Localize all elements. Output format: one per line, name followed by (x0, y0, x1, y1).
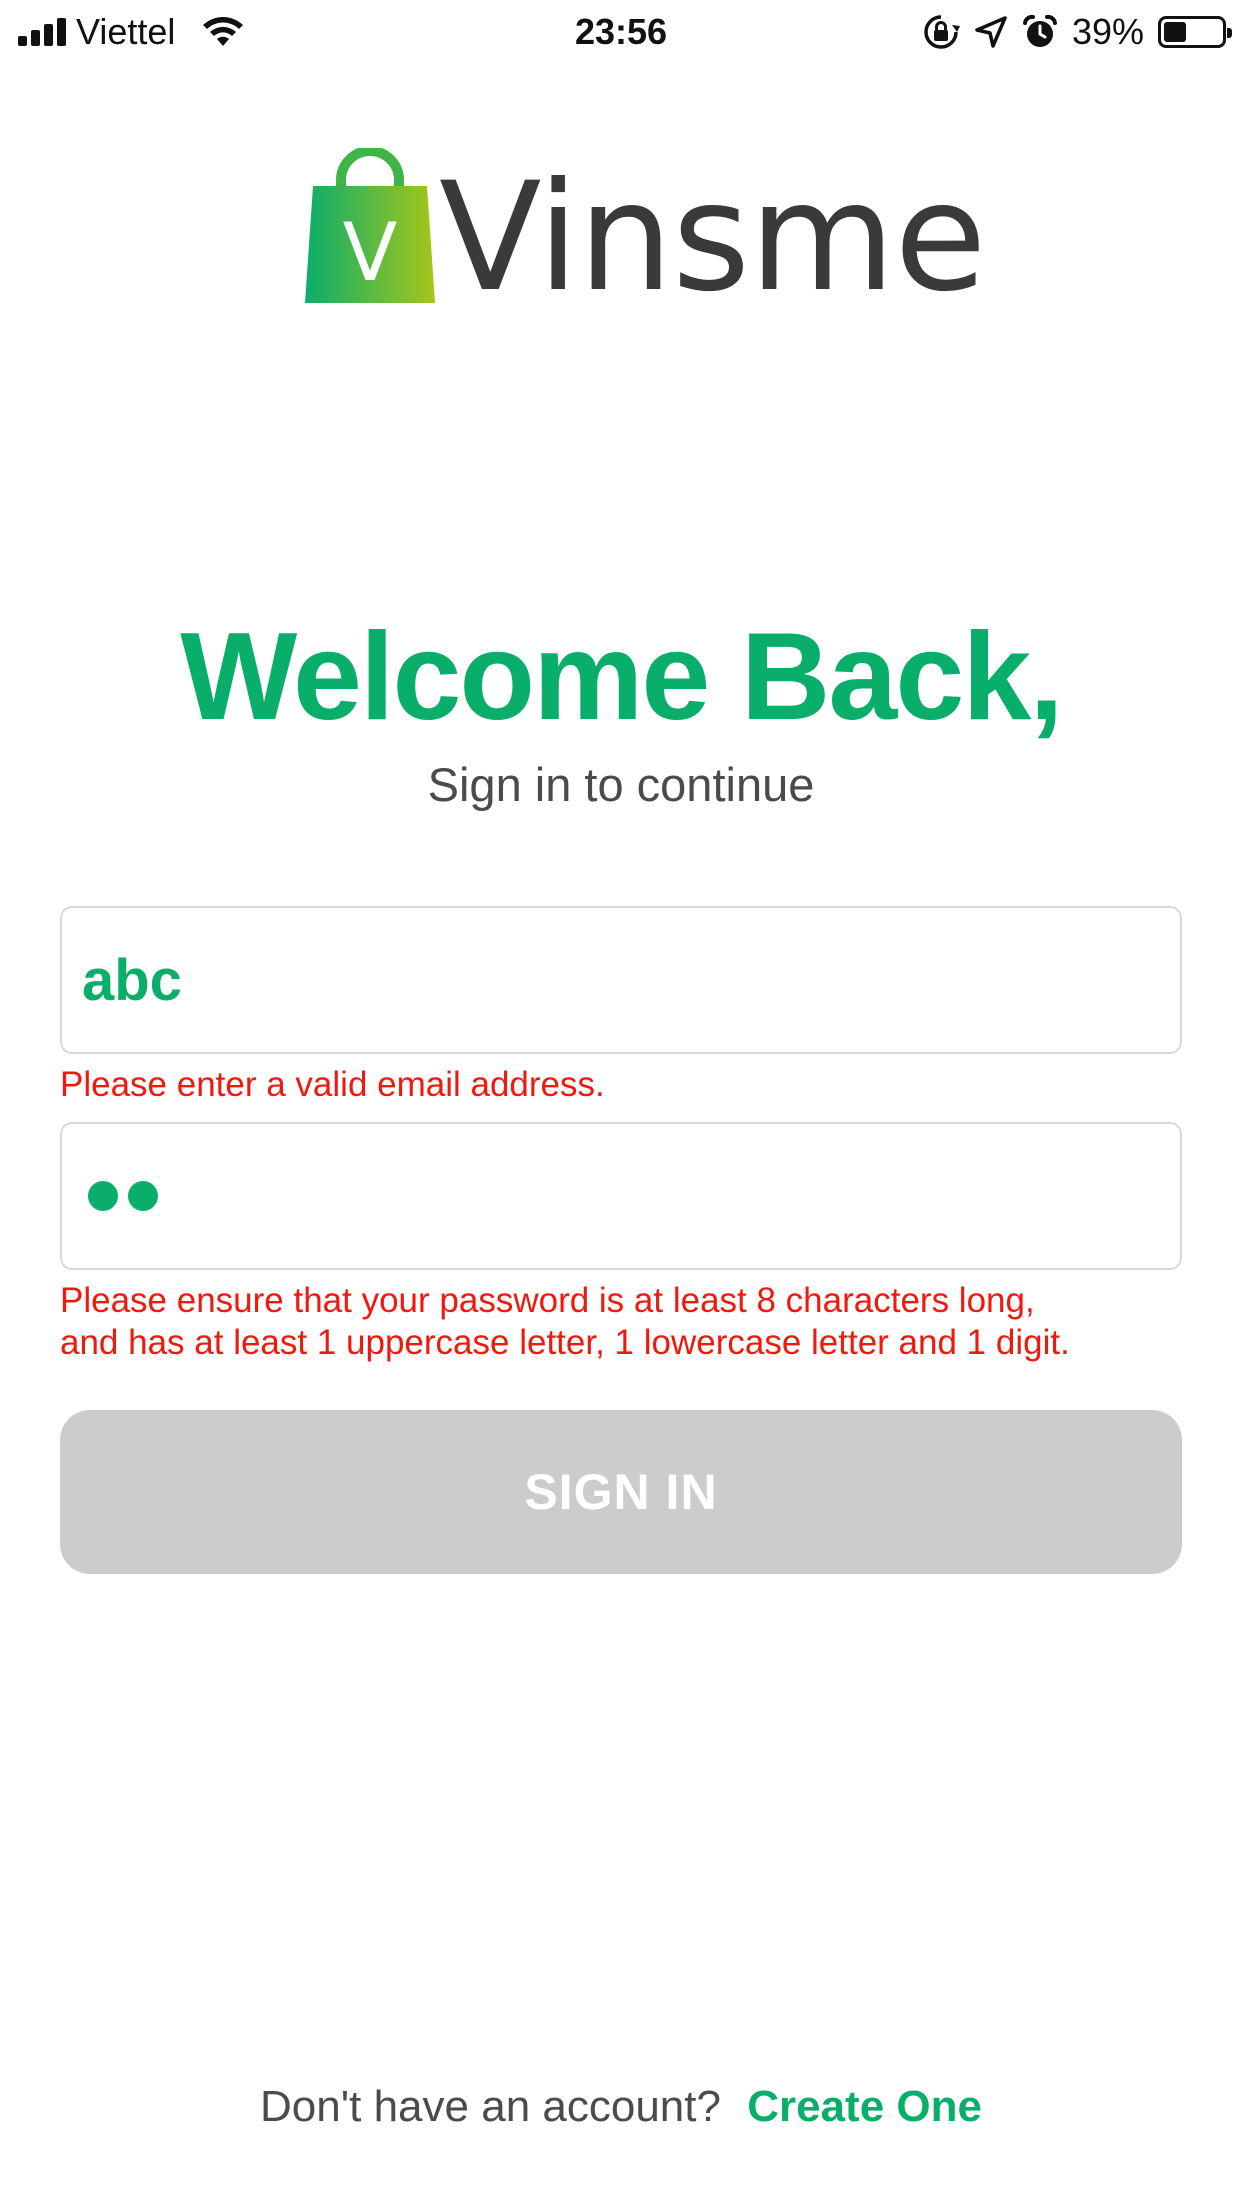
password-mask-dot (88, 1181, 118, 1211)
password-error-line-2: and has at least 1 uppercase letter, 1 l… (60, 1323, 1070, 1362)
sign-in-screen: Viettel 23:56 39% V Vinsme Welcome Back,… (0, 0, 1242, 2208)
password-mask (88, 1181, 158, 1211)
status-right-group: 39% (922, 10, 1232, 54)
create-account-prompt: Don't have an account? Create One (0, 2080, 1242, 2134)
sign-in-button[interactable]: SIGN IN (60, 1410, 1182, 1574)
alarm-icon (1022, 14, 1057, 47)
password-field[interactable] (60, 1122, 1182, 1270)
orientation-lock-icon (924, 15, 960, 49)
battery-icon (1158, 16, 1232, 48)
password-error-message: Please ensure that your password is at l… (60, 1280, 1210, 1364)
shopping-bag-logo-icon: V (305, 148, 435, 303)
battery-level-fill (1164, 22, 1186, 42)
battery-nub (1227, 28, 1232, 38)
email-error-message: Please enter a valid email address. (60, 1065, 605, 1104)
welcome-subtitle: Sign in to continue (427, 758, 815, 811)
no-account-text: Don't have an account? (260, 2082, 721, 2131)
email-field-value: abc (82, 947, 182, 1013)
welcome-title: Welcome Back, (180, 608, 1063, 746)
password-mask-dot (128, 1181, 158, 1211)
location-icon (975, 16, 1007, 48)
status-bar: Viettel 23:56 39% (0, 0, 1242, 60)
password-error-line-1: Please ensure that your password is at l… (60, 1281, 1035, 1320)
logo-wordmark: Vinsme (439, 151, 987, 325)
battery-percent: 39% (1071, 11, 1144, 52)
app-logo: V Vinsme (305, 148, 987, 313)
email-field[interactable]: abc (60, 906, 1182, 1054)
logo-bag-letter: V (343, 206, 398, 299)
create-account-link[interactable]: Create One (747, 2082, 982, 2131)
